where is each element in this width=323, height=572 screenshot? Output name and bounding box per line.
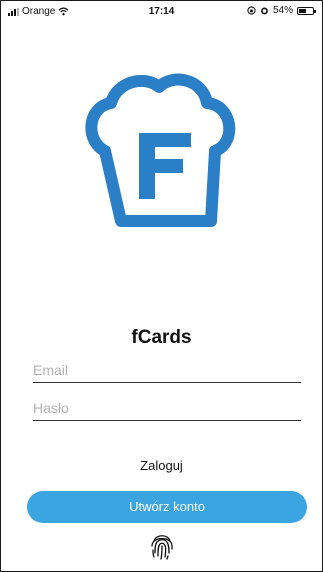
alarm-icon (261, 7, 268, 15)
login-screen: Orange 17:14 54% fCards Email Zaloguj Ut… (0, 0, 323, 572)
chef-hat-f-logo (85, 73, 236, 227)
password-field[interactable] (33, 396, 301, 421)
create-account-button[interactable]: Utwórz konto (27, 491, 307, 523)
status-bar: Orange 17:14 54% (1, 1, 322, 23)
battery-icon (297, 6, 316, 15)
app-title: fCards (131, 327, 192, 348)
email-field[interactable] (33, 358, 301, 383)
status-right: 54% (247, 5, 316, 16)
fingerprint-icon[interactable] (149, 531, 175, 561)
battery-percent: 54% (272, 5, 293, 16)
login-button[interactable]: Zaloguj (1, 458, 322, 473)
battery-fill (299, 8, 306, 13)
lock-rotation-icon (247, 6, 256, 15)
